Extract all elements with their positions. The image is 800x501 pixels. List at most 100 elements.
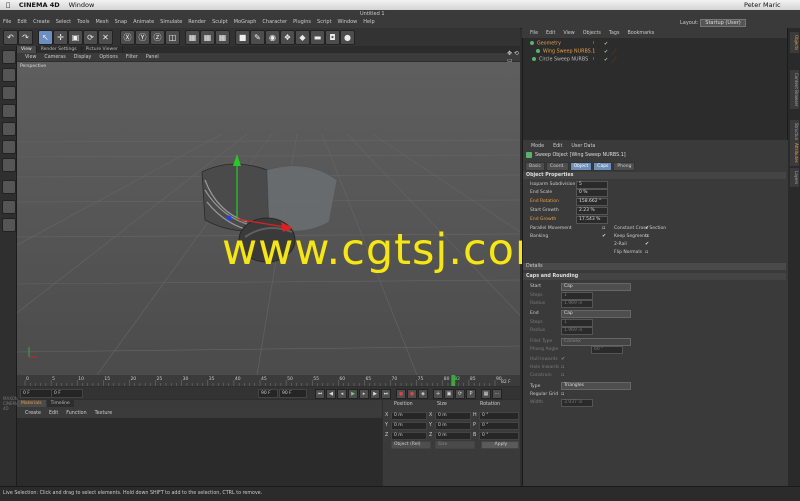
menu-create[interactable]: Create: [33, 19, 50, 25]
rotate-icon[interactable]: ⟳: [83, 30, 98, 45]
move-icon[interactable]: ✛: [53, 30, 68, 45]
mat-menu-edit[interactable]: Edit: [49, 411, 58, 416]
menu-animate[interactable]: Animate: [133, 19, 154, 25]
texture-mode-icon[interactable]: [2, 86, 16, 100]
hole-inwards-checkbox[interactable]: ▫: [561, 364, 564, 370]
app-menu[interactable]: CINEMA 4D: [19, 1, 60, 9]
banking-checkbox[interactable]: ✔: [602, 233, 606, 239]
prev-key-icon[interactable]: ◀: [326, 389, 336, 399]
end-dropdown[interactable]: Cap: [561, 310, 631, 318]
rot-p-field[interactable]: 0 °: [479, 422, 519, 430]
snap-icon[interactable]: [2, 180, 16, 194]
end-frame-field[interactable]: 90 F: [279, 389, 307, 398]
apply-button[interactable]: Apply: [481, 441, 519, 449]
tab-object[interactable]: Object: [569, 162, 593, 171]
preview-start-field[interactable]: 0 F: [51, 389, 83, 398]
attr-menu-user-data[interactable]: User Data: [571, 144, 595, 149]
deformer-icon[interactable]: ◆: [295, 30, 310, 45]
attr-menu-mode[interactable]: Mode: [531, 144, 544, 149]
keep-segments-checkbox[interactable]: ▫: [645, 233, 648, 239]
world-coord-icon[interactable]: ◫: [165, 30, 180, 45]
end-growth-field[interactable]: 17.543 %: [576, 216, 608, 224]
tab-caps[interactable]: Caps: [593, 162, 613, 171]
pen-icon[interactable]: ✎: [250, 30, 265, 45]
size-y-field[interactable]: 0 m: [435, 422, 471, 430]
light-icon[interactable]: ●: [340, 30, 355, 45]
type-dropdown[interactable]: Triangles: [561, 382, 631, 390]
goto-end-icon[interactable]: ⏭: [381, 389, 391, 399]
model-mode-icon[interactable]: [2, 68, 16, 82]
tag-icon[interactable]: ⋰: [612, 49, 617, 55]
redo-icon[interactable]: ↷: [18, 30, 33, 45]
menu-edit[interactable]: Edit: [17, 19, 27, 25]
vp-menu-options[interactable]: Options: [99, 55, 118, 60]
obj-menu-file[interactable]: File: [530, 31, 538, 36]
menu-mesh[interactable]: Mesh: [95, 19, 108, 25]
layout-selector[interactable]: Layout: Startup (User): [680, 19, 746, 27]
obj-menu-objects[interactable]: Objects: [583, 31, 601, 36]
menu-render[interactable]: Render: [188, 19, 206, 25]
flip-normals-checkbox[interactable]: ▫: [645, 249, 648, 255]
window-menu[interactable]: Window: [69, 1, 95, 9]
menu-plugins[interactable]: Plugins: [293, 19, 311, 25]
object-row-circle[interactable]: Circle Sweep NURBS: [532, 57, 588, 63]
render-pv-icon[interactable]: ▦: [200, 30, 215, 45]
tab-basic[interactable]: Basic: [525, 162, 545, 171]
enabled-check-icon[interactable]: ✔: [604, 49, 608, 55]
end-scale-field[interactable]: 0 %: [576, 189, 608, 197]
layout-dropdown[interactable]: Startup (User): [700, 19, 746, 27]
edges-mode-icon[interactable]: [2, 140, 16, 154]
enabled-check-icon[interactable]: ✔: [604, 57, 608, 63]
steps-start-field[interactable]: 1: [561, 292, 593, 300]
y-axis-icon[interactable]: Ⓨ: [135, 30, 150, 45]
start-dropdown[interactable]: Cap: [561, 283, 631, 291]
vp-menu-view[interactable]: View: [25, 55, 36, 60]
tab-timeline[interactable]: Timeline: [46, 400, 74, 407]
rot-h-field[interactable]: 0 °: [479, 412, 519, 420]
tab-attributes[interactable]: Attributes: [790, 140, 799, 166]
parallel-movement-checkbox[interactable]: ▫: [602, 225, 605, 231]
pos-z-field[interactable]: 0 m: [391, 432, 427, 440]
recent-tool-icon[interactable]: ✕: [98, 30, 113, 45]
constant-cross-checkbox[interactable]: ✔: [645, 225, 649, 231]
width-field[interactable]: 3.937 in: [561, 399, 593, 407]
record-icon[interactable]: ●: [396, 389, 406, 399]
steps-end-field[interactable]: 1: [561, 319, 593, 327]
obj-menu-edit[interactable]: Edit: [546, 31, 555, 36]
render-view-icon[interactable]: ▦: [185, 30, 200, 45]
tab-layers[interactable]: Layers: [790, 168, 799, 188]
vp-menu-panel[interactable]: Panel: [146, 55, 159, 60]
goto-start-icon[interactable]: ⏮: [315, 389, 325, 399]
material-list[interactable]: [17, 418, 382, 486]
fillet-type-dropdown[interactable]: Convex: [561, 338, 631, 346]
obj-menu-view[interactable]: View: [563, 31, 574, 36]
hull-inwards-checkbox[interactable]: ✔: [561, 356, 565, 362]
radius-start-field[interactable]: 1.969 in: [561, 300, 593, 308]
end-rotation-field[interactable]: 158.662 °: [576, 198, 608, 206]
scheme-icon[interactable]: ⋯: [492, 389, 502, 399]
menu-help[interactable]: Help: [363, 19, 374, 25]
menu-window[interactable]: Window: [338, 19, 358, 25]
start-frame-field[interactable]: 0 F: [20, 389, 52, 398]
play-icon[interactable]: ▶: [348, 389, 358, 399]
timeline-ruler[interactable]: 0 5 10 15 20 25 30 35 40 45 50 55 60 65 70 75 80 82 85 90 82…: [17, 375, 520, 386]
tab-picture-viewer[interactable]: Picture Viewer: [82, 46, 123, 53]
tab-objects[interactable]: Objects: [790, 32, 799, 54]
menu-simulate[interactable]: Simulate: [160, 19, 182, 25]
tag-icon[interactable]: ⋰: [612, 57, 617, 63]
size-mode-dropdown[interactable]: Size: [435, 441, 475, 449]
next-key-icon[interactable]: ▶: [370, 389, 380, 399]
tab-phong[interactable]: Phong: [613, 162, 636, 171]
x-axis-icon[interactable]: Ⓧ: [120, 30, 135, 45]
regular-grid-checkbox[interactable]: ▫: [561, 391, 564, 397]
key-param-icon[interactable]: P: [466, 389, 476, 399]
pos-y-field[interactable]: 0 m: [391, 422, 427, 430]
mat-menu-function[interactable]: Function: [66, 411, 86, 416]
key-pla-icon[interactable]: ▦: [481, 389, 491, 399]
tab-view[interactable]: View: [17, 46, 37, 53]
object-row-geometry[interactable]: Geometry: [530, 41, 561, 47]
size-x-field[interactable]: 0 m: [435, 412, 471, 420]
apple-icon[interactable]: : [6, 1, 10, 9]
workplane-lock-icon[interactable]: [2, 200, 16, 214]
undo-icon[interactable]: ↶: [3, 30, 18, 45]
